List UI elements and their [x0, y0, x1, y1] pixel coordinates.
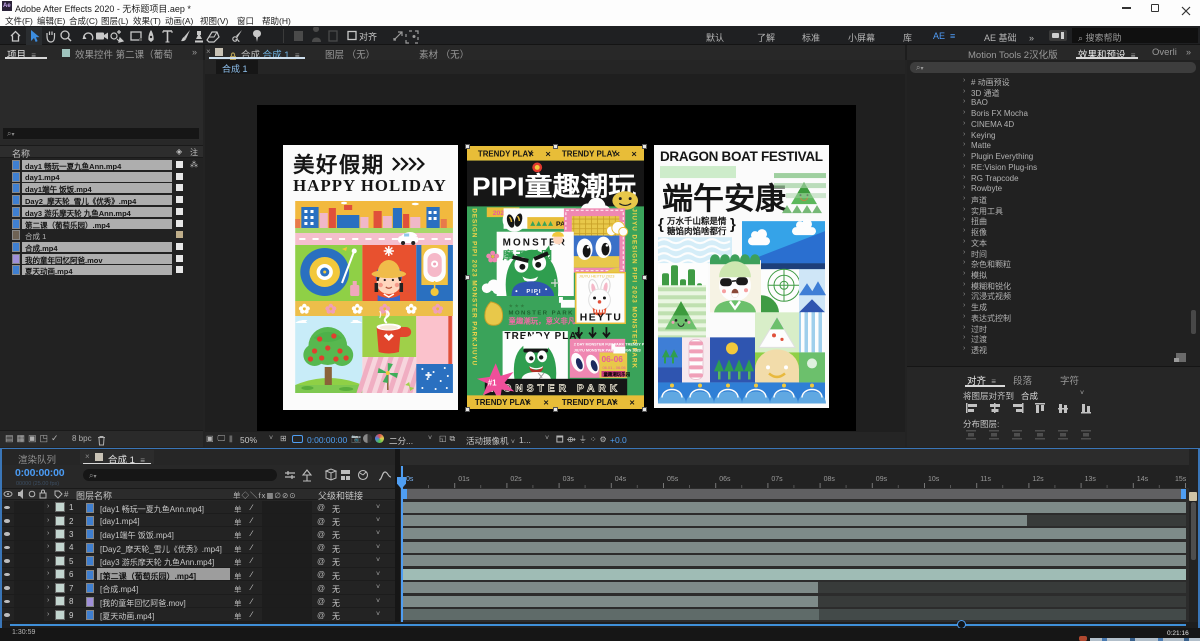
svg-text:14s: 14s	[1137, 476, 1149, 483]
svg-text:}: }	[730, 216, 736, 233]
svg-text:✕: ✕	[525, 400, 531, 407]
svg-text:02s: 02s	[510, 476, 522, 483]
svg-text:06.01 - 06.06: 06.01 - 06.06	[602, 365, 625, 370]
svg-text:01s: 01s	[458, 476, 470, 483]
svg-text:✕: ✕	[629, 400, 635, 407]
svg-text:2 DAY MONSTER FUN PARK TRENDY: 2 DAY MONSTER FUN PARK TRENDY PLAY	[574, 343, 644, 347]
svg-text:童趣潮玩，意义非凡: 童趣潮玩，意义非凡	[509, 316, 576, 325]
svg-text:06-06: 06-06	[601, 354, 623, 364]
svg-text:10s: 10s	[928, 476, 940, 483]
svg-text:TRENDY PLAY: TRENDY PLAY	[562, 398, 618, 407]
svg-text:HAPPY HOLIDAY: HAPPY HOLIDAY	[293, 176, 446, 195]
svg-text:03s: 03s	[563, 476, 575, 483]
svg-text:06s: 06s	[719, 476, 731, 483]
svg-text:JIUYU HEYTU 2023: JIUYU HEYTU 2023	[579, 274, 615, 279]
svg-text:★ ★ ★: ★ ★ ★	[509, 304, 526, 310]
svg-text:04s: 04s	[615, 476, 627, 483]
svg-text:✕: ✕	[528, 152, 534, 159]
svg-text:05s: 05s	[667, 476, 679, 483]
svg-text:09s: 09s	[876, 476, 888, 483]
svg-text:糖馅肉馅啥都行: 糖馅肉馅啥都行	[667, 226, 727, 236]
svg-text:端午安康: 端午安康	[662, 182, 787, 216]
svg-text:✕: ✕	[631, 152, 637, 159]
svg-text:HEYTU: HEYTU	[580, 312, 623, 323]
svg-text:JIUYU MONSTER PARK DESIGN 2023: JIUYU MONSTER PARK DESIGN 2023	[574, 349, 641, 353]
svg-text:✕: ✕	[543, 400, 549, 407]
svg-text:美好假期: 美好假期	[293, 152, 385, 177]
svg-text:✕: ✕	[545, 152, 551, 159]
svg-text:{: {	[658, 216, 664, 233]
svg-text:DRAGON BOAT FESTIVAL: DRAGON BOAT FESTIVAL	[660, 149, 823, 164]
svg-text:12s: 12s	[1032, 476, 1044, 483]
svg-text:0s: 0s	[406, 476, 414, 483]
svg-text:11s: 11s	[980, 476, 991, 483]
svg-text:08s: 08s	[824, 476, 836, 483]
svg-text:TRENDY PLAY: TRENDY PLAY	[478, 150, 534, 159]
svg-text:TRENDY PLAY: TRENDY PLAY	[475, 398, 531, 407]
svg-text:15s: 15s	[1175, 476, 1187, 483]
svg-text:✕: ✕	[614, 152, 620, 159]
svg-text:✕: ✕	[612, 400, 618, 407]
svg-text:PIPI童趣潮玩: PIPI童趣潮玩	[472, 172, 637, 202]
svg-text:#1: #1	[488, 379, 497, 388]
svg-text:PIPI: PIPI	[526, 289, 541, 295]
svg-text:DESIGN PIPI 2023 MONSTER PARKJ: DESIGN PIPI 2023 MONSTER PARKJIUYU	[470, 208, 477, 366]
svg-text:13s: 13s	[1085, 476, 1097, 483]
svg-text:07s: 07s	[771, 476, 783, 483]
svg-text:TRENDY PLAY: TRENDY PLAY	[562, 150, 618, 159]
svg-text:万水千山粽是情: 万水千山粽是情	[666, 216, 727, 226]
svg-text:童趣潮玩乐园: 童趣潮玩乐园	[603, 371, 630, 378]
